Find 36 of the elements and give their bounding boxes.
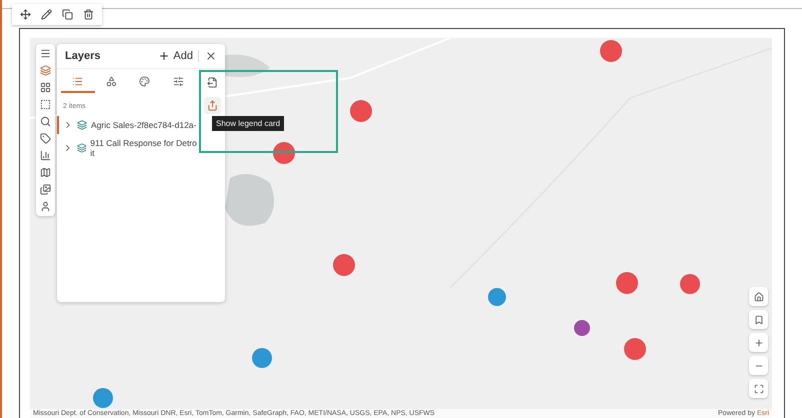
delete-button[interactable] — [83, 9, 94, 20]
home-button[interactable] — [749, 287, 768, 306]
map-icon[interactable] — [40, 167, 51, 178]
images-icon[interactable] — [40, 184, 51, 195]
fullscreen-icon — [754, 384, 764, 394]
filter-icon — [172, 76, 184, 87]
layer-item[interactable]: 911 Call Response for Detroit — [57, 134, 199, 162]
edit-button[interactable] — [41, 9, 52, 20]
select-icon[interactable] — [40, 99, 51, 110]
layers-icon[interactable] — [40, 65, 51, 76]
move-button[interactable] — [20, 9, 31, 20]
zoom-in-button[interactable] — [749, 333, 768, 352]
zoom-in-icon — [754, 338, 764, 348]
avatar-icon[interactable] — [40, 201, 51, 212]
duplicate-button[interactable] — [62, 9, 73, 20]
add-button[interactable]: Add — [158, 50, 199, 62]
style-icon — [139, 76, 150, 87]
bookmark-icon — [754, 314, 764, 324]
panel-title: Layers — [65, 50, 102, 62]
menu-icon[interactable] — [40, 48, 51, 59]
group-icon — [106, 76, 117, 87]
bookmark-button[interactable] — [749, 310, 768, 329]
chart-icon[interactable] — [40, 150, 51, 161]
search-icon[interactable] — [40, 116, 51, 127]
layer-item[interactable]: Agric Sales-2f8ec784-d12a- — [57, 116, 199, 134]
list-icon — [72, 76, 84, 87]
tooltip: Show legend card — [212, 116, 284, 131]
tag-icon[interactable] — [40, 133, 51, 144]
home-icon — [754, 292, 764, 302]
fullscreen-button[interactable] — [749, 379, 768, 398]
layer-icon — [77, 120, 87, 130]
grid-icon[interactable] — [40, 82, 51, 93]
plus-icon — [158, 50, 170, 62]
close-icon[interactable] — [205, 50, 217, 62]
share-icon[interactable] — [204, 97, 220, 114]
layer-icon — [76, 143, 86, 153]
